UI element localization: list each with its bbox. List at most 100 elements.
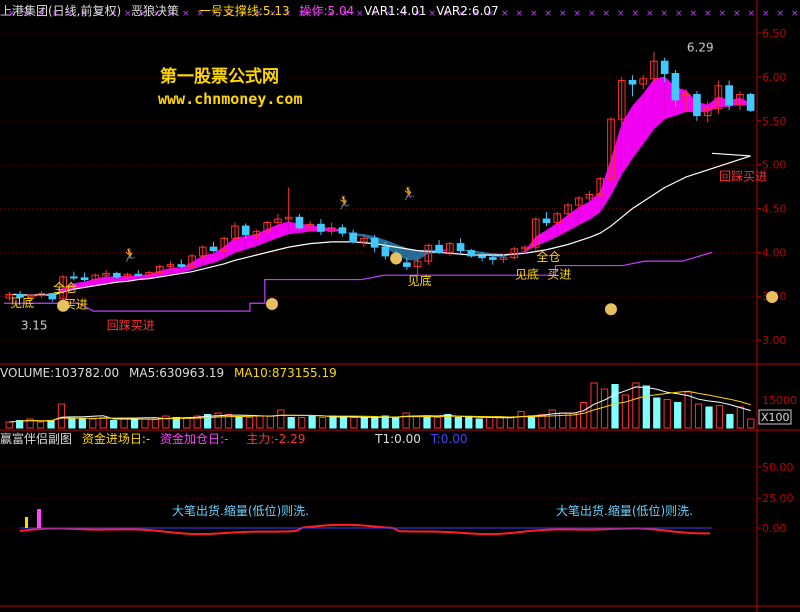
volume-bar: [256, 415, 264, 429]
annotation-label: 见底: [515, 267, 539, 282]
volume-value: VOLUME:103782.00: [0, 366, 120, 380]
cross-marker: ×: [762, 9, 770, 19]
main-force-line: [19, 523, 711, 536]
volume-bar: [5, 421, 13, 429]
runner-icon: 🏃: [401, 186, 417, 202]
volume-bar: [151, 418, 160, 429]
volume-bar: [120, 418, 128, 429]
candle-down: [478, 255, 486, 259]
ribbon-up-segment: [589, 191, 601, 220]
chart-canvas: × × × × × × × × × × × × × × × × × × × × × × × × × × × × × × × × × × × × × × × ×…: [0, 0, 800, 612]
volume-bar: [78, 418, 86, 429]
cross-marker: ×: [777, 9, 785, 19]
volume-bar: [318, 417, 327, 429]
cross-marker: ×: [545, 9, 553, 19]
annotation-label: 全仓: [537, 249, 561, 264]
candle-down: [456, 243, 465, 252]
volume-bar: [632, 382, 640, 429]
volume-bar: [454, 417, 462, 429]
volume-bar: [517, 411, 525, 429]
candle-down: [370, 237, 379, 248]
ribbon-up-segment: [653, 76, 665, 130]
volume-ma5: MA5:630963.19: [129, 366, 225, 380]
volume-bar: [57, 403, 66, 429]
candle-down: [134, 273, 143, 276]
ribbon-up-segment: [621, 105, 633, 175]
candle-down: [317, 223, 325, 232]
volume-bar: [162, 415, 170, 429]
ribbon-up-segment: [643, 79, 654, 145]
volume-bar: [47, 420, 55, 429]
candle-down: [381, 246, 390, 257]
ribbon-up-segment: [192, 255, 203, 270]
ribbon-up-segment: [600, 158, 611, 213]
price-tick-label: 5.50: [762, 115, 787, 128]
volume-bar: [527, 415, 536, 429]
volume-bar: [674, 402, 682, 429]
op-label: 操作:5.04: [299, 4, 355, 18]
volume-ma10: MA10:873155.19: [233, 366, 337, 380]
candle-down: [295, 216, 304, 229]
volume-bar: [412, 415, 421, 429]
price-tick-label: 4.00: [762, 246, 787, 259]
ribbon-up-segment: [557, 214, 568, 237]
volume-bar: [36, 421, 45, 429]
sub-annotation-left: 大笔出货.缩量(低位)则洗.: [172, 504, 309, 518]
candle-down: [80, 277, 89, 281]
volume-bar: [423, 415, 431, 429]
ribbon-up-segment: [525, 236, 536, 252]
ribbon-up-segment: [202, 253, 214, 266]
price-tick-label: 4.50: [762, 203, 787, 216]
volume-bar: [580, 402, 588, 429]
price-tick-label: 6.00: [762, 71, 787, 84]
ribbon-up-segment: [277, 221, 289, 238]
candle-down: [671, 72, 680, 101]
candle-down: [241, 225, 250, 236]
volume-bar: [715, 405, 724, 429]
volume-bar: [110, 420, 118, 429]
volume-bar: [183, 417, 191, 429]
cross-marker: ×: [559, 9, 567, 19]
cross-marker: ×: [530, 9, 538, 19]
indicator-name: 恶狼决策: [131, 4, 180, 18]
sub-header: 赢富伴侣副图 资金进场日:- 资金加仓日:- 主力:-2.29 T1:0.00 …: [0, 431, 474, 447]
ribbon-up-segment: [535, 230, 547, 247]
main-header: 上港集团(日线,前复权) 恶狼决策 一号支撑线:5.13 操作:5.04 VAR…: [0, 3, 505, 19]
volume-unit-label: X100: [761, 411, 790, 424]
support-label: 一号支撑线:5.13: [198, 4, 290, 18]
volume-bar: [141, 418, 149, 429]
annotation-label: 回踩买进: [107, 319, 155, 333]
ribbon-up-segment: [632, 93, 644, 159]
candle-down: [435, 244, 443, 253]
volume-bar: [277, 409, 285, 429]
annotation-label: 买进: [547, 268, 571, 282]
volume-bar: [642, 385, 650, 429]
price-tick-label: 3.00: [762, 334, 787, 347]
cross-marker: ×: [733, 9, 741, 19]
volume-bar: [747, 418, 755, 429]
sub-tick-label: 25.00: [762, 492, 794, 505]
volume-bar: [736, 406, 744, 429]
volume-bar: [360, 417, 368, 429]
volume-bar: [621, 394, 630, 429]
volume-bar: [548, 409, 556, 429]
sub-add: 资金加仓日:-: [160, 432, 229, 446]
candle-down: [209, 246, 218, 252]
cross-marker: ×: [748, 9, 756, 19]
candle-down: [112, 272, 121, 278]
volume-bar: [694, 403, 703, 429]
volume-tick-label: 15000: [762, 394, 797, 407]
var1-label: VAR1:4.01: [364, 4, 427, 18]
annotation-label: 买进: [64, 298, 88, 312]
volume-bar: [402, 412, 410, 429]
volume-bar: [433, 417, 442, 429]
volume-bar: [496, 417, 504, 429]
volume-bar: [235, 417, 243, 429]
ribbon-up-segment: [707, 96, 719, 112]
volume-bar: [653, 397, 661, 429]
watermark-title: 第一股票公式网: [160, 67, 279, 87]
runner-icon: 🏃: [122, 247, 138, 263]
ribbon-up-segment: [224, 237, 235, 259]
volume-bar: [726, 414, 734, 429]
add-spike: [37, 509, 41, 528]
